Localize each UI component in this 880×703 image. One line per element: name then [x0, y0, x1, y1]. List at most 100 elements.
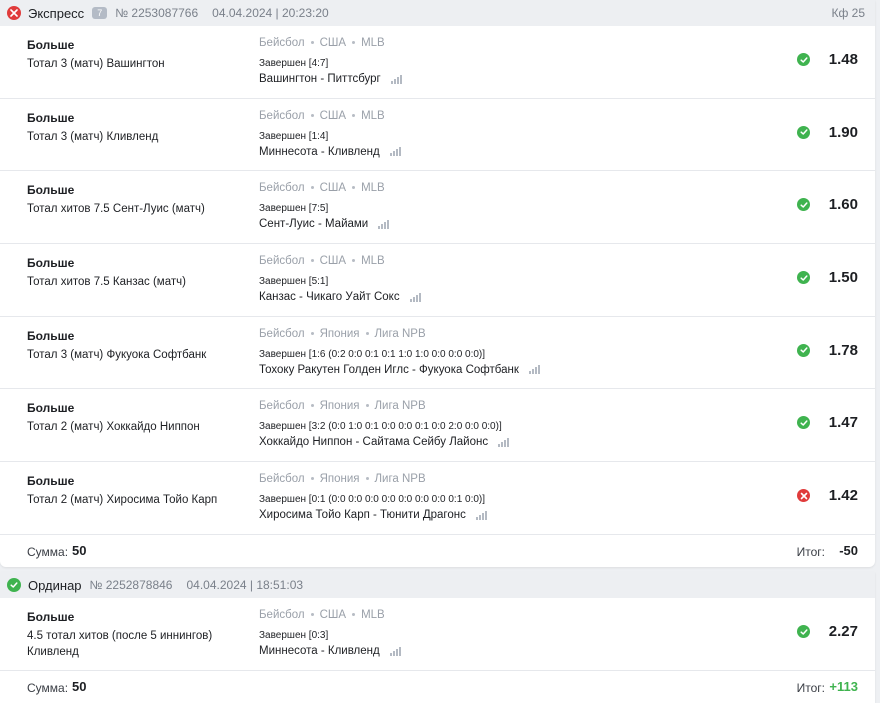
single-header[interactable]: Ординар № 2252878846 04.04.2024 | 18:51:… [0, 572, 875, 598]
result-value: -50 [839, 542, 858, 558]
bet-row[interactable]: Больше 4.5 тотал хитов (после 5 иннингов)… [0, 598, 875, 671]
event-teams[interactable]: Вашингтон - Питтсбург [259, 73, 402, 85]
bet-row[interactable]: Больше Тотал 3 (матч) Вашингтон Бейсбол США… [0, 26, 875, 99]
sport-label: Бейсбол [259, 109, 305, 122]
separator-dot [310, 477, 314, 481]
express-footer: Сумма: 50 Итог: -50 [0, 535, 875, 567]
stake-label: Сумма: [27, 681, 69, 695]
event-teams[interactable]: Хиросима Тойо Карп - Тюнити Драгонс [259, 509, 487, 521]
event-meta: Бейсбол США MLB [259, 255, 385, 267]
bet-row[interactable]: Больше Тотал 3 (матч) Фукуока Софтбанк Бей… [0, 317, 875, 390]
stake-label: Сумма: [27, 544, 69, 559]
stake-value: 50 [72, 542, 87, 558]
stats-icon[interactable] [389, 147, 401, 157]
result-label: Итог: [796, 681, 825, 695]
separator-dot [352, 186, 356, 190]
country-label: США [319, 255, 347, 268]
market-name: Больше [27, 110, 75, 125]
sport-label: Бейсбол [259, 255, 305, 268]
express-header[interactable]: Экспресс 7 № 2253087766 04.04.2024 | 20:… [0, 0, 875, 26]
country-label: Япония [319, 400, 360, 413]
sport-label: Бейсбол [259, 327, 305, 340]
separator-dot [365, 477, 369, 481]
event-teams[interactable]: Миннесота - Кливленд [259, 146, 401, 158]
sport-label: Бейсбол [259, 400, 305, 413]
separator-dot [310, 41, 314, 44]
stats-icon[interactable] [389, 646, 401, 656]
event-teams[interactable]: Миннесота - Кливленд [259, 645, 401, 657]
win-check-icon [797, 271, 810, 285]
win-check-icon [797, 125, 810, 139]
event-teams[interactable]: Хоккайдо Ниппон - Сайтама Сейбу Лайонс [259, 436, 510, 449]
event-meta: Бейсбол Япония Лига NPB [259, 400, 426, 412]
win-check-icon [797, 416, 810, 430]
express-bet-list: Больше Тотал 3 (матч) Вашингтон Бейсбол США… [0, 26, 875, 535]
win-check-icon [797, 343, 810, 357]
league-label: Лига NPB [374, 400, 426, 413]
bet-row[interactable]: Больше Тотал хитов 7.5 Сент-Луис (матч) Бе… [0, 171, 875, 245]
bet-number: № 2253087766 [115, 6, 199, 20]
separator-dot [310, 186, 314, 190]
league-label: MLB [361, 37, 385, 49]
league-label: Лига NPB [374, 327, 426, 340]
stats-icon[interactable] [409, 292, 421, 302]
win-status-icon [7, 578, 21, 592]
odds-value: 1.50 [828, 269, 858, 287]
event-status: Завершен [5:1] [259, 276, 329, 288]
single-bet-card: Ординар № 2252878846 04.04.2024 | 18:51:… [0, 572, 875, 703]
country-label: США [319, 109, 347, 122]
teams-label: Хоккайдо Ниппон - Сайтама Сейбу Лайонс [259, 436, 489, 449]
selection-name: Тотал 3 (матч) Фукуока Софтбанк [27, 348, 207, 361]
bet-type-label: Ординар [28, 577, 82, 593]
bet-row[interactable]: Больше Тотал хитов 7.5 Канзас (матч) Бейсб… [0, 244, 875, 317]
odds-value: 1.42 [828, 487, 858, 505]
event-teams[interactable]: Сент-Луис - Майами [259, 218, 390, 231]
separator-dot [352, 259, 356, 263]
bet-row[interactable]: Больше Тотал 3 (матч) Кливленд Бейсбол США M… [0, 99, 875, 172]
selection-name: Тотал 3 (матч) Вашингтон [27, 58, 165, 70]
stats-icon[interactable] [475, 510, 487, 520]
event-meta: Бейсбол Япония Лига NPB [259, 328, 426, 340]
odds-value: 1.60 [828, 196, 858, 214]
sport-label: Бейсбол [259, 473, 305, 486]
market-name: Больше [27, 256, 75, 271]
odds-value: 1.78 [828, 341, 858, 359]
country-label: Япония [319, 327, 360, 340]
league-label: Лига NPB [374, 473, 426, 486]
bet-datetime: 04.04.2024 | 18:51:03 [186, 578, 304, 592]
stats-icon[interactable] [378, 219, 390, 229]
event-status: Завершен [0:1 (0:0 0:0 0:0 0:0 0:0 0:0 0… [259, 494, 486, 506]
country-label: Япония [319, 473, 360, 486]
separator-dot [310, 259, 314, 263]
events-count-badge: 7 [92, 7, 108, 19]
event-meta: Бейсбол Япония Лига NPB [259, 473, 426, 485]
teams-label: Сент-Луис - Майами [259, 218, 369, 231]
bet-type-label: Экспресс [28, 5, 85, 21]
stats-icon[interactable] [390, 74, 402, 84]
single-bet-list: Больше 4.5 тотал хитов (после 5 иннингов)… [0, 598, 875, 671]
odds-value: 1.47 [828, 414, 858, 432]
stats-icon[interactable] [498, 437, 510, 447]
bet-row[interactable]: Больше Тотал 2 (матч) Хоккайдо Ниппон Бейс… [0, 389, 875, 463]
win-check-icon [797, 198, 810, 212]
market-name: Больше [27, 474, 75, 489]
loss-cross-icon [797, 489, 810, 503]
odds-value: 2.27 [828, 623, 858, 640]
bet-row[interactable]: Больше Тотал 2 (матч) Хиросима Тойо Карп Б… [0, 462, 875, 535]
separator-dot [365, 404, 369, 408]
selection-name: Тотал хитов 7.5 Канзас (матч) [27, 276, 186, 289]
event-meta: Бейсбол США MLB [259, 37, 385, 49]
stats-icon[interactable] [528, 365, 540, 375]
country-label: США [319, 182, 347, 195]
single-footer: Сумма: 50 Итог: +113 [0, 671, 875, 703]
win-check-icon [797, 625, 810, 638]
event-teams[interactable]: Тохоку Ракутен Голден Иглс - Фукуока Соф… [259, 364, 540, 376]
win-check-icon [797, 53, 810, 66]
market-name: Больше [27, 610, 75, 624]
league-label: MLB [361, 109, 385, 122]
separator-dot [352, 113, 356, 117]
event-status: Завершен [0:3] [259, 630, 329, 641]
event-teams[interactable]: Канзас - Чикаго Уайт Сокс [259, 291, 421, 303]
event-meta: Бейсбол США MLB [259, 182, 385, 194]
country-label: США [319, 37, 347, 49]
